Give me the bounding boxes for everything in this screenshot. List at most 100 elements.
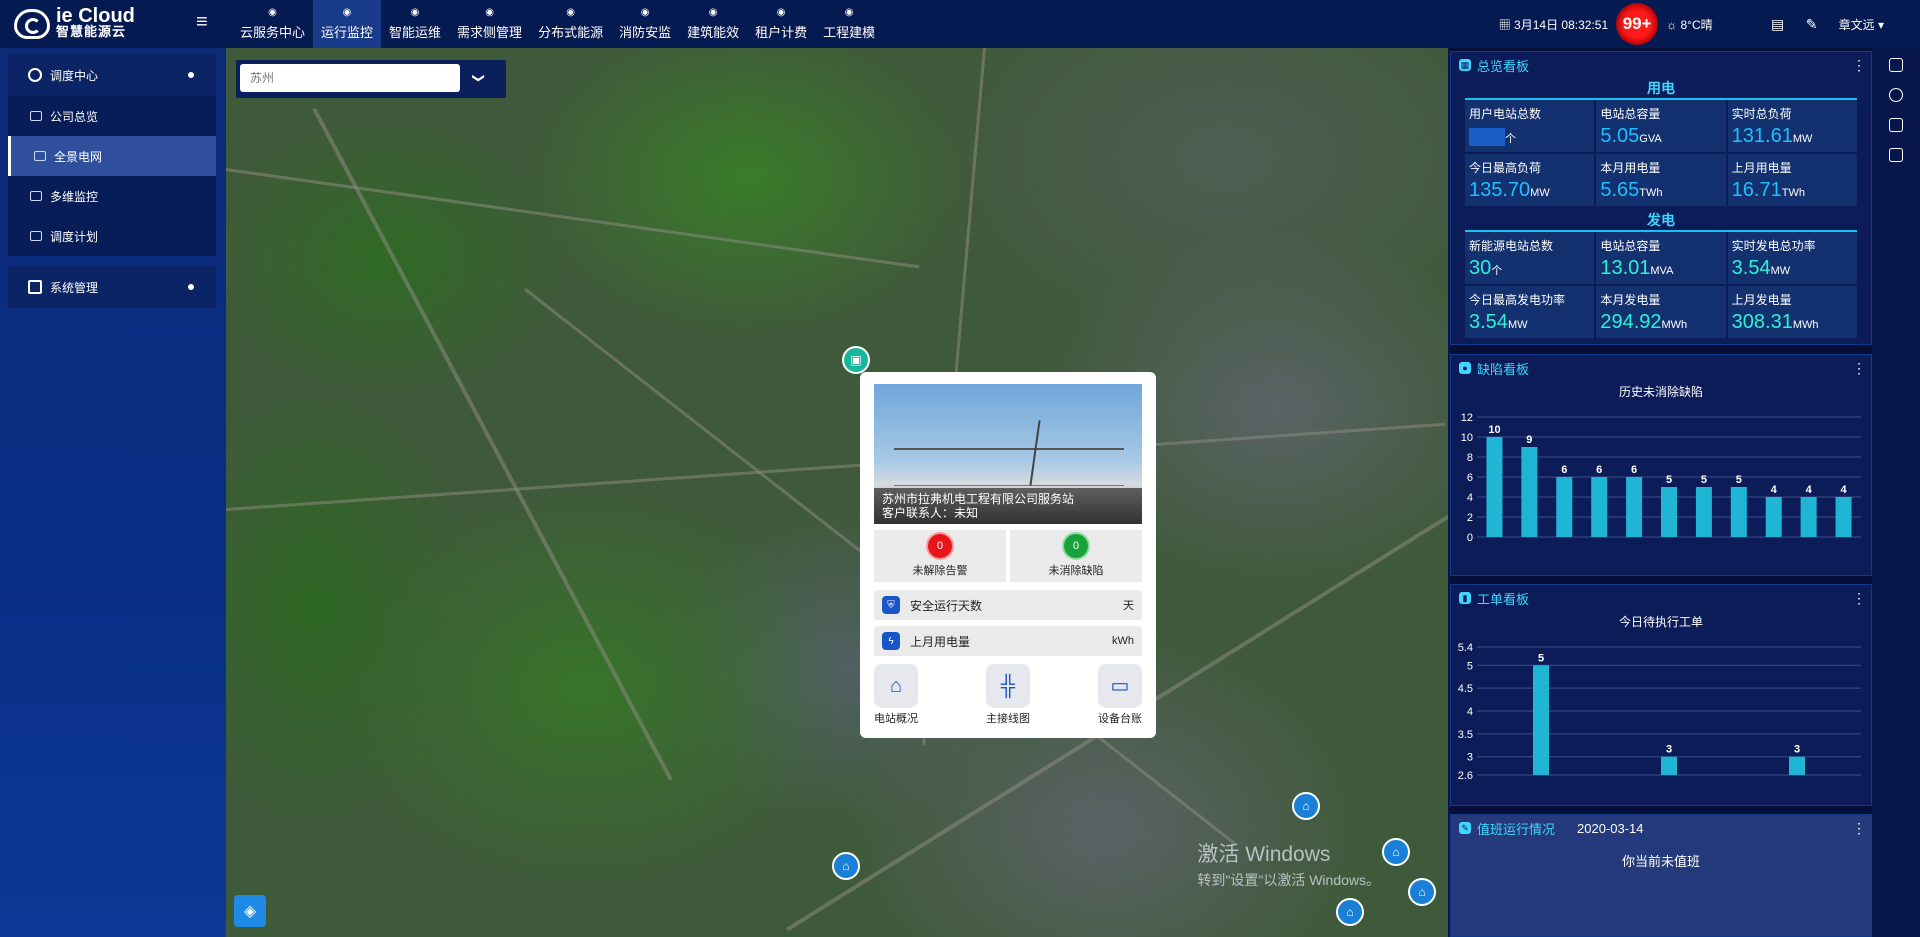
y-tick-label: 6 [1467,472,1473,484]
bar[interactable] [1486,437,1503,537]
city-search-input[interactable] [240,64,460,92]
bar[interactable] [1556,477,1573,537]
bar-value-label: 6 [1596,464,1602,476]
bar[interactable] [1765,497,1782,537]
billing-icon: ◉ [776,7,786,18]
nav-item-8[interactable]: ◉ 工程建模 [815,0,883,48]
last-month-power-label: 上月用电量 [910,634,971,649]
sidebar-group-system-header[interactable]: 系统管理 [8,266,216,308]
nav-item-3[interactable]: ◉ 需求侧管理 [449,0,530,48]
station-marker[interactable]: ⌂ [1292,792,1320,820]
chevron-down-icon[interactable]: ❯ [472,71,486,85]
sidebar: 调度中心 公司总览 全景电网多维监控调度计划 系统管理 [0,48,226,937]
defect-bar-chart: 0 2 4 6 8 10 12 10 9 6 6 6 5 5 5 4 4 4 [1451,403,1871,556]
kpi-label: 今日最高发电功率 [1469,293,1566,307]
kpi-value: 294.92 [1600,311,1662,333]
menu-item-icon [34,151,46,161]
equipment-ledger-button[interactable]: ▭ 设备台账 [1098,664,1142,734]
bar[interactable] [1591,477,1608,537]
edit-icon[interactable] [1889,148,1903,162]
overview-panel: ▦ 总览看板 ⋮ 用电 用户电站总数个电站总容量 5.05GVA 实时总负荷 131.… [1450,51,1872,345]
nav-item-label: 消防安监 [619,25,672,40]
nav-item-6[interactable]: ◉ 建筑能效 [679,0,747,48]
bar[interactable] [1626,477,1643,537]
sidebar-item-3[interactable]: 调度计划 [8,216,216,256]
unresolved-defects-stat[interactable]: 0 未消除缺陷 [1010,530,1142,582]
bar[interactable] [1835,497,1852,537]
station-overview-button[interactable]: ⌂ 电站概况 [874,664,918,734]
bar[interactable] [1730,487,1747,537]
y-tick-label: 5.4 [1458,642,1473,654]
nav-item-label: 智能运维 [389,25,442,40]
station-marker[interactable]: ⌂ [1336,898,1364,926]
more-options-icon[interactable]: ⋮ [1852,52,1866,78]
sidebar-item-2[interactable]: 多维监控 [8,176,216,216]
station-marker[interactable]: ⌂ [1408,878,1436,906]
kpi-unit: MW [1507,319,1528,331]
wiring-diagram-label: 主接线图 [986,713,1030,725]
cloud-service-icon: ◉ [268,7,277,18]
brush-icon[interactable]: ✎ [1805,16,1819,32]
kpi-label: 新能源电站总数 [1469,239,1554,253]
wiring-diagram-button[interactable]: ╬ 主接线图 [986,664,1030,734]
layers-icon[interactable]: ◈ [234,895,266,927]
nav-item-1[interactable]: ◉ 运行监控 [313,0,382,48]
station-marker-selected[interactable]: ▣ [842,346,870,374]
alarm-badge[interactable]: 99+ [1616,3,1659,45]
kpi-cell: 上月发电量 308.31MWh [1727,286,1857,338]
kpi-unit: MWh [1792,319,1819,331]
defect-label: 未消除缺陷 [1048,565,1104,577]
bar[interactable] [1800,497,1817,537]
nav-item-0[interactable]: ◉ 云服务中心 [232,0,313,48]
kpi-label: 用户电站总数 [1469,107,1542,121]
kpi-value: 16.71 [1731,179,1782,201]
bar[interactable] [1661,487,1677,537]
distributed-energy-icon: ◉ [566,7,575,18]
bar-value-label: 4 [1771,484,1778,496]
sidebar-group-label: 调度中心 [50,68,99,83]
menu-toggle-icon[interactable]: ≡ [196,12,208,32]
dashboard-icon[interactable] [1889,58,1903,72]
modeling-icon: ◉ [844,7,854,18]
windows-activation-watermark: 激活 Windows 转到"设置"以激活 Windows。 [1197,838,1380,890]
unresolved-alarms-stat[interactable]: 0 未解除告警 [874,530,1006,582]
nav-item-4[interactable]: ◉ 分布式能源 [530,0,611,48]
kpi-label: 电站总容量 [1600,239,1661,253]
defect-panel: ● 缺陷看板 ⋮ 历史未消除缺陷 0 2 4 6 8 10 12 10 9 6 6 6 5 5 5 4 4 4 [1450,354,1872,576]
kpi-cell: 今日最高发电功率 3.54MW [1465,286,1595,338]
more-options-icon[interactable]: ⋮ [1852,355,1866,381]
sidebar-group-dispatch-header[interactable]: 调度中心 [8,54,216,96]
bar[interactable] [1661,756,1677,775]
right-toolbar [1872,48,1920,937]
bar-value-label: 3 [1794,744,1800,756]
nav-item-label: 租户计费 [755,25,808,40]
more-options-icon[interactable]: ⋮ [1852,585,1866,611]
sidebar-item-0[interactable]: 公司总览 [8,96,216,136]
clipboard-icon: ▮ [1459,592,1471,604]
nav-item-2[interactable]: ◉ 智能运维 [381,0,449,48]
station-name: 苏州市拉弗机电工程有限公司服务站 [882,492,1075,506]
sidebar-item-1[interactable]: 全景电网 [8,136,216,176]
watermark-line1: 激活 Windows [1197,843,1331,866]
user-name: 章文远 [1838,17,1875,32]
kpi-label: 本月用电量 [1600,161,1661,175]
station-marker[interactable]: ⌂ [832,852,860,880]
demand-icon: ◉ [485,7,494,18]
bar[interactable] [1695,487,1712,537]
clipboard-icon[interactable] [1889,118,1903,132]
app-logo[interactable]: ie Cloud 智慧能源云 [14,6,140,42]
nav-item-7[interactable]: ◉ 租户计费 [747,0,815,48]
message-icon[interactable] [1889,88,1903,102]
more-options-icon[interactable]: ⋮ [1852,815,1866,841]
document-icon[interactable]: ▤ [1771,16,1785,32]
nav-item-5[interactable]: ◉ 消防安监 [611,0,679,48]
bar[interactable] [1521,447,1538,537]
consumption-title: 用电 [1647,80,1675,96]
bar[interactable] [1533,665,1549,775]
bar[interactable] [1789,756,1805,775]
station-marker[interactable]: ⌂ [1382,838,1410,866]
sidebar-item-label: 多维监控 [50,189,99,204]
last-month-power-row: ϟ 上月用电量 kWh [874,626,1142,656]
satellite-map[interactable]: ❯ ▣ ⌂ ⌂ ⌂ ⌂ ⌂ ◈ 激活 Windows 转到"设置"以激活 Win… [226,48,1448,937]
user-menu[interactable]: 章文远 ▾ [1839,16,1884,33]
